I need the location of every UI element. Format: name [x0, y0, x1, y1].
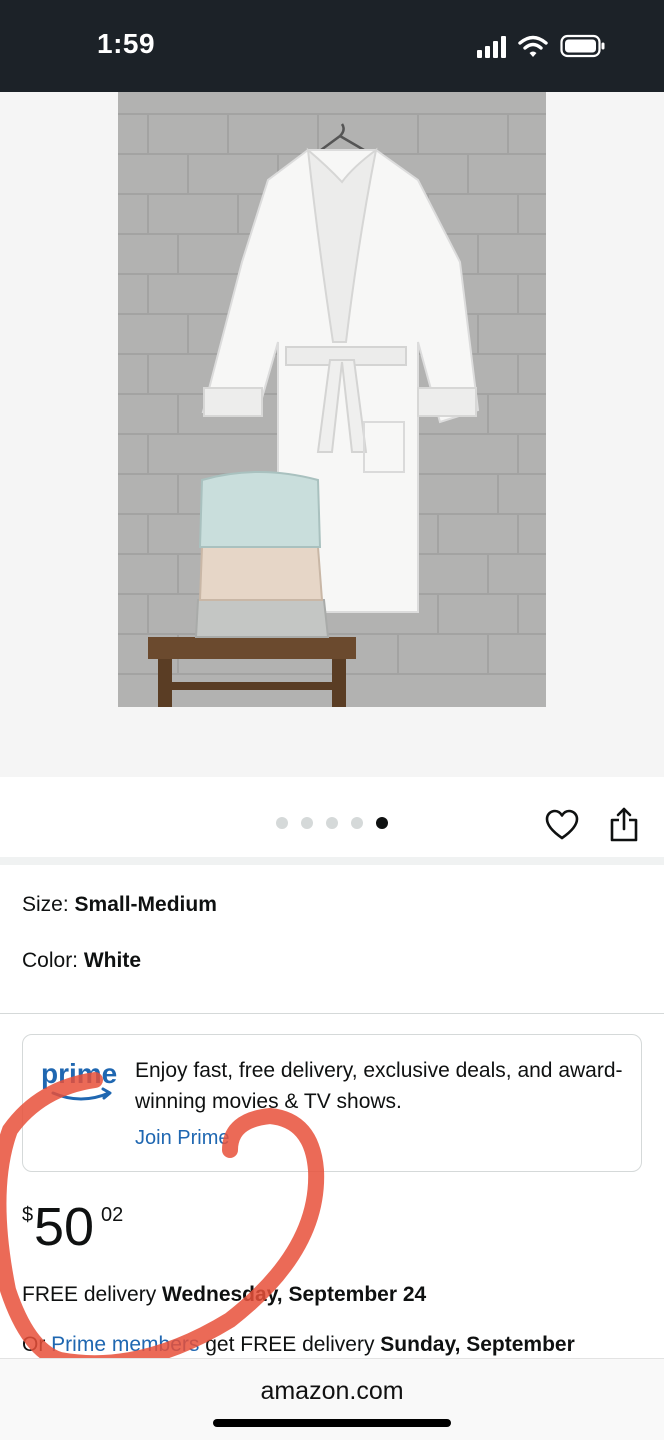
section-divider: [0, 857, 664, 865]
color-variation[interactable]: Color: White: [22, 949, 141, 973]
gallery-dot-active[interactable]: [376, 817, 388, 829]
status-time: 1:59: [97, 28, 156, 59]
price-whole: 50: [34, 1197, 95, 1257]
prime-promo-card: prime Enjoy fast, free delivery, exclusi…: [22, 1034, 642, 1172]
heart-icon[interactable]: [545, 809, 579, 841]
gallery-dot[interactable]: [351, 817, 363, 829]
divider: [0, 1013, 664, 1014]
share-icon[interactable]: [609, 807, 639, 843]
prime-members-link[interactable]: Prime members: [51, 1333, 199, 1356]
size-label: Size:: [22, 893, 75, 916]
join-prime-link[interactable]: Join Prime: [135, 1127, 229, 1150]
prime-message: Enjoy fast, free delivery, exclusive dea…: [135, 1059, 623, 1113]
delivery-date: Wednesday, September 24: [162, 1283, 427, 1306]
delivery-info: FREE delivery Wednesday, September 24: [22, 1283, 426, 1307]
gallery-controls: [0, 777, 664, 857]
size-variation[interactable]: Size: Small-Medium: [22, 893, 217, 917]
size-value: Small-Medium: [74, 893, 217, 916]
color-value: White: [83, 949, 142, 972]
price-fraction: 02: [101, 1204, 124, 1226]
prime-delivery-date: Sunday, September: [380, 1333, 575, 1356]
prime-delivery-info: Or Prime members get FREE delivery Sunda…: [22, 1333, 575, 1357]
browser-url-bar[interactable]: amazon.com: [0, 1358, 664, 1440]
price-currency-symbol: $: [22, 1204, 34, 1226]
gallery-dot[interactable]: [276, 817, 288, 829]
url-text[interactable]: amazon.com: [0, 1377, 664, 1406]
status-icons: [477, 32, 606, 58]
delivery-prefix: FREE delivery: [22, 1283, 163, 1306]
prime-delivery-prefix: Or: [22, 1333, 52, 1356]
gallery-pagination-dots[interactable]: [276, 817, 388, 829]
gallery-dot[interactable]: [301, 817, 313, 829]
cellular-signal-icon: [477, 36, 506, 58]
status-bar: 1:59: [0, 0, 664, 92]
home-indicator[interactable]: [213, 1419, 451, 1427]
prime-logo-text: prime: [41, 1058, 117, 1089]
product-image-gallery[interactable]: [0, 92, 664, 777]
wifi-icon: [518, 35, 548, 57]
battery-icon: [560, 34, 605, 58]
color-label: Color:: [22, 949, 84, 972]
gallery-dot[interactable]: [326, 817, 338, 829]
prime-logo: prime: [41, 1058, 117, 1101]
product-image[interactable]: [118, 92, 546, 707]
prime-delivery-middle: get FREE delivery: [199, 1333, 381, 1356]
